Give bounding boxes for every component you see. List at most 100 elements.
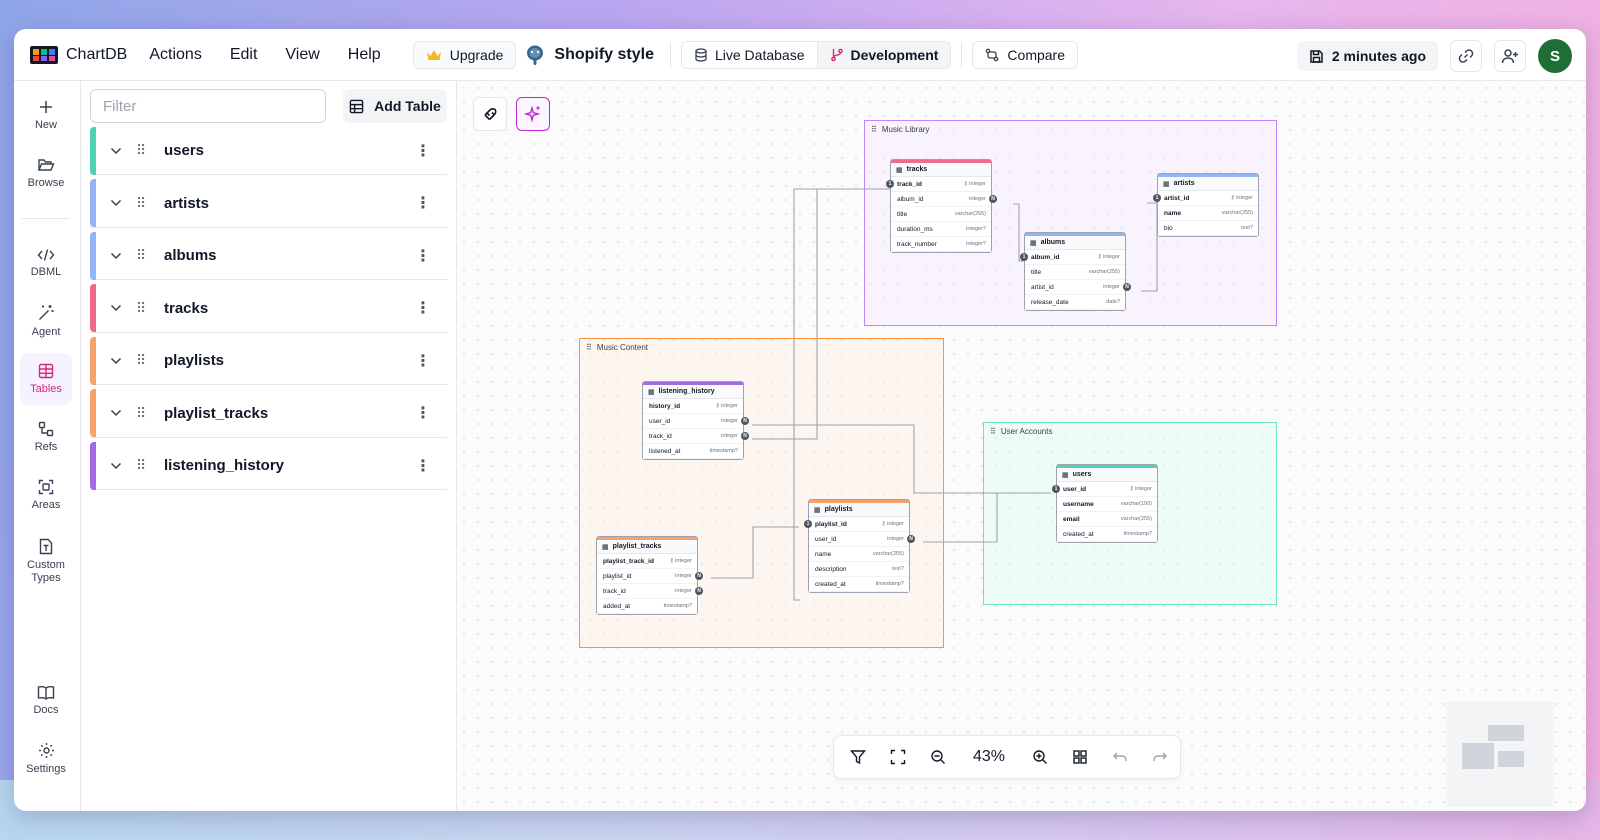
diagram-table-users[interactable]: ▦ users user_id ⚷ integer username varchar(10… [1052,464,1158,543]
table-field-row[interactable]: created_at timestamp? [1057,527,1157,542]
diagram-canvas[interactable]: ⠿ Music Library ⠿ Music Content ⠿ User Acco… [457,81,1586,811]
table-list-item[interactable]: ⠿ playlists ⋮ [90,336,447,385]
add-table-button[interactable]: Add Table [343,89,447,123]
table-field-row[interactable]: created_at timestamp? [809,577,909,592]
expand-table-toggle[interactable] [110,252,124,260]
diagram-table-header[interactable]: ▦ playlists [809,503,909,517]
zoom-in-button[interactable] [1020,735,1060,779]
expand-table-toggle[interactable] [110,409,124,417]
expand-table-toggle[interactable] [110,304,124,312]
sidebar-item-agent[interactable]: Agent [20,295,72,347]
redo-button[interactable] [1140,735,1180,779]
table-more-options-button[interactable]: ⋮ [411,403,435,423]
diagram-table-header[interactable]: ▦ albums [1025,236,1125,250]
table-field-row[interactable]: album_id ⚷ integer [1025,250,1125,265]
table-field-row[interactable]: username varchar(100) [1057,497,1157,512]
table-filter-input[interactable] [90,89,326,123]
table-field-row[interactable]: added_at timestamp? [597,599,697,614]
table-field-row[interactable]: release_date date? [1025,295,1125,310]
sidebar-item-docs[interactable]: Docs [20,675,72,727]
diagram-table-tracks[interactable]: ▦ tracks track_id ⚷ integer album_id integer t… [886,159,997,253]
drag-handle-icon[interactable]: ⠿ [136,195,150,212]
table-field-row[interactable]: playlist_id integer [597,569,697,584]
menu-actions[interactable]: Actions [149,46,221,64]
table-field-row[interactable]: album_id integer [891,192,991,207]
table-list-item[interactable]: ⠿ artists ⋮ [90,179,447,228]
table-more-options-button[interactable]: ⋮ [411,246,435,266]
diagram-table-playlist-tracks[interactable]: ▦ playlist_tracks playlist_track_id ⚷ integ… [596,536,703,615]
table-list-item[interactable]: ⠿ tracks ⋮ [90,284,447,333]
share-link-button[interactable] [1450,40,1482,72]
menu-view[interactable]: View [285,46,339,64]
zoom-out-button[interactable] [918,735,958,779]
auto-arrange-button[interactable] [1060,735,1100,779]
expand-table-toggle[interactable] [110,199,124,207]
table-field-row[interactable]: email varchar(255) [1057,512,1157,527]
sidebar-item-dbml[interactable]: DBML [20,237,72,289]
sidebar-item-settings[interactable]: Settings [20,733,72,785]
minimap[interactable] [1446,701,1554,807]
table-field-row[interactable]: listened_at timestamp? [643,444,743,459]
table-field-row[interactable]: track_id integer [643,429,743,444]
development-button[interactable]: Development [816,41,951,68]
database-style-selector[interactable]: Shopify style [524,44,654,66]
expand-table-toggle[interactable] [110,357,124,365]
menu-edit[interactable]: Edit [230,46,278,64]
table-field-row[interactable]: bio text? [1158,221,1258,236]
table-field-row[interactable]: title varchar(255) [891,207,991,222]
table-field-row[interactable]: artist_id integer [1025,280,1125,295]
diagram-table-header[interactable]: ▦ artists [1158,177,1258,191]
live-database-button[interactable]: Live Database [682,42,817,68]
save-status[interactable]: 2 minutes ago [1296,41,1438,71]
upgrade-button[interactable]: Upgrade [412,40,517,69]
menu-help[interactable]: Help [348,46,401,64]
table-list-item[interactable]: ⠿ albums ⋮ [90,231,447,280]
table-field-row[interactable]: track_id ⚷ integer [891,177,991,192]
drag-handle-icon[interactable]: ⠿ [136,352,150,369]
compare-button[interactable]: Compare [972,40,1079,69]
drag-handle-icon[interactable]: ⠿ [136,457,150,474]
sidebar-item-browse[interactable]: Browse [20,147,72,199]
sidebar-item-new[interactable]: New [20,89,72,141]
table-field-row[interactable]: history_id ⚷ integer [643,399,743,414]
diagram-table-header[interactable]: ▦ tracks [891,163,991,177]
filter-button[interactable] [838,735,878,779]
drag-handle-icon[interactable]: ⠿ [136,142,150,159]
table-field-row[interactable]: track_number integer? [891,237,991,252]
sidebar-item-custom-types[interactable]: Custom Types [20,531,72,591]
diagram-table-header[interactable]: ▦ playlist_tracks [597,540,697,554]
expand-table-toggle[interactable] [110,147,124,155]
diagram-table-header[interactable]: ▦ users [1057,468,1157,482]
diagram-table-header[interactable]: ▦ listening_history [643,385,743,399]
table-list-item[interactable]: ⠿ playlist_tracks ⋮ [90,389,447,438]
fit-view-button[interactable] [878,735,918,779]
table-more-options-button[interactable]: ⋮ [411,351,435,371]
table-list-item[interactable]: ⠿ users ⋮ [90,126,447,175]
sidebar-item-areas[interactable]: Areas [20,469,72,521]
table-more-options-button[interactable]: ⋮ [411,141,435,161]
diagram-table-artists[interactable]: ▦ artists artist_id ⚷ integer name varchar(25… [1153,173,1259,237]
table-more-options-button[interactable]: ⋮ [411,193,435,213]
table-field-row[interactable]: title varchar(255) [1025,265,1125,280]
sidebar-item-refs[interactable]: Refs [20,411,72,463]
table-more-options-button[interactable]: ⋮ [411,298,435,318]
table-field-row[interactable]: playlist_track_id ⚷ integer [597,554,697,569]
drag-handle-icon[interactable]: ⠿ [136,247,150,264]
table-field-row[interactable]: user_id integer [809,532,909,547]
app-logo[interactable]: ChartDB [30,45,127,64]
table-list-item[interactable]: ⠿ listening_history ⋮ [90,441,447,490]
user-avatar[interactable]: S [1538,39,1572,73]
zoom-level[interactable]: 43% [958,748,1020,766]
table-more-options-button[interactable]: ⋮ [411,456,435,476]
table-field-row[interactable]: artist_id ⚷ integer [1158,191,1258,206]
table-field-row[interactable]: description text? [809,562,909,577]
diagram-table-listening-history[interactable]: ▦ listening_history history_id ⚷ integer use… [642,381,749,460]
table-field-row[interactable]: user_id integer [643,414,743,429]
table-field-row[interactable]: user_id ⚷ integer [1057,482,1157,497]
diagram-table-albums[interactable]: ▦ albums album_id ⚷ integer title varchar(255… [1020,232,1131,311]
undo-button[interactable] [1100,735,1140,779]
table-field-row[interactable]: name varchar(255) [809,547,909,562]
table-field-row[interactable]: name varchar(255) [1158,206,1258,221]
drag-handle-icon[interactable]: ⠿ [136,300,150,317]
invite-user-button[interactable] [1494,40,1526,72]
